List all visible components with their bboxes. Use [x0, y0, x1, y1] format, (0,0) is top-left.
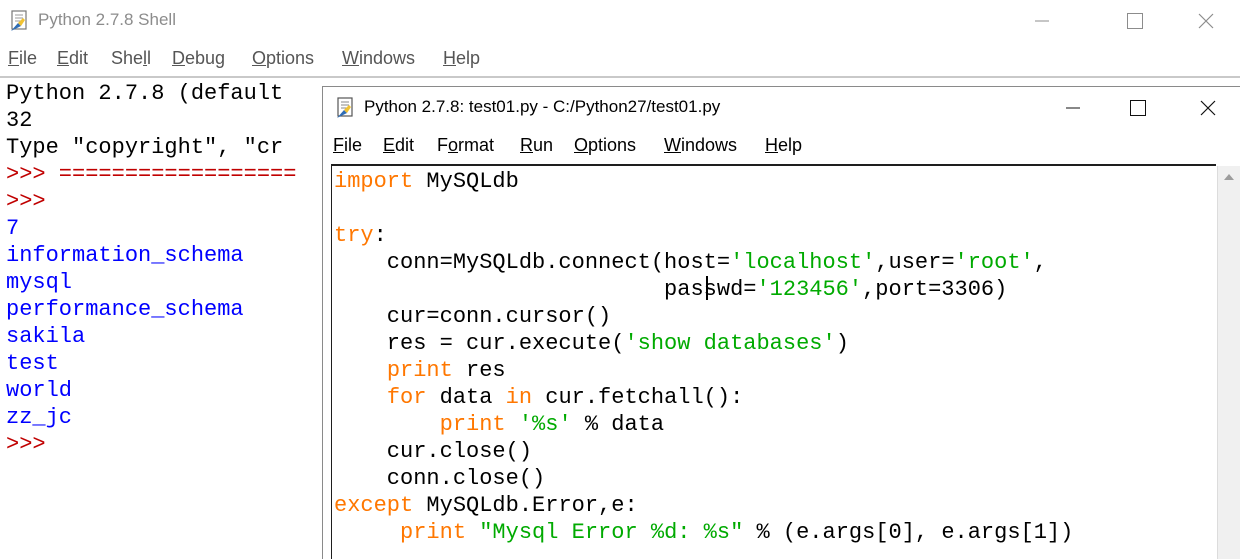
code-line-3: try: — [334, 223, 387, 248]
shell-line: 32 — [6, 108, 33, 133]
shell-output-line: test — [6, 351, 59, 376]
editor-titlebar[interactable]: Python 2.7.8: test01.py - C:/Python27/te… — [323, 87, 1240, 129]
close-icon — [1200, 100, 1216, 116]
code-line-11: cur.close() — [334, 439, 533, 464]
editor-code: import MySQLdb try: conn=MySQLdb.connect… — [334, 168, 1073, 546]
shell-prompt: >>> — [6, 432, 46, 457]
shell-output-line: mysql — [6, 270, 73, 295]
shell-line: Type "copyright", "cr — [6, 135, 284, 160]
editor-window: Python 2.7.8: test01.py - C:/Python27/te… — [322, 86, 1240, 559]
editor-minimize-button[interactable] — [1050, 87, 1096, 129]
shell-menu-help[interactable]: Help — [443, 48, 480, 69]
shell-maximize-button[interactable] — [1112, 0, 1158, 42]
editor-maximize-button[interactable] — [1115, 87, 1161, 129]
shell-output-line: sakila — [6, 324, 86, 349]
shell-menu-edit[interactable]: Edit — [57, 48, 88, 69]
shell-menu-shell[interactable]: Shell — [111, 48, 151, 69]
code-line-13: except MySQLdb.Error,e: — [334, 493, 638, 518]
editor-code-area[interactable]: import MySQLdb try: conn=MySQLdb.connect… — [331, 164, 1216, 559]
maximize-icon — [1130, 100, 1146, 116]
shell-output: Python 2.7.8 (default 32 Type "copyright… — [6, 80, 296, 458]
shell-menu-file[interactable]: File — [8, 48, 37, 69]
shell-output-line: performance_schema — [6, 297, 244, 322]
text-cursor — [706, 276, 708, 300]
close-icon — [1198, 13, 1214, 29]
shell-menu-options[interactable]: Options — [252, 48, 314, 69]
python-idle-icon — [337, 97, 353, 118]
minimize-icon — [1066, 107, 1080, 109]
shell-prompt: >>> — [6, 189, 46, 214]
scroll-up-arrow-icon[interactable] — [1224, 174, 1234, 180]
code-line-7: res = cur.execute('show databases') — [334, 331, 849, 356]
code-line-10: print '%s' % data — [439, 412, 665, 437]
python-idle-icon — [11, 10, 27, 31]
editor-menu-run[interactable]: Run — [520, 135, 553, 156]
code-line-14: print "Mysql Error %d: %s" % (e.args[0],… — [400, 520, 1074, 545]
editor-menu-file[interactable]: File — [333, 135, 362, 156]
shell-line: >>> ================== — [6, 162, 297, 187]
editor-vertical-scrollbar[interactable] — [1217, 166, 1240, 559]
code-line-5: passwd='123456',port=3306) — [334, 277, 1008, 302]
shell-menubar: File Edit Shell Debug Options Windows He… — [0, 42, 1240, 74]
editor-window-title: Python 2.7.8: test01.py - C:/Python27/te… — [364, 97, 721, 116]
maximize-icon — [1127, 13, 1143, 29]
code-line-8: print res — [386, 358, 506, 383]
editor-menu-edit[interactable]: Edit — [383, 135, 414, 156]
editor-menu-help[interactable]: Help — [765, 135, 802, 156]
shell-output-line: world — [6, 378, 73, 403]
editor-close-button[interactable] — [1185, 87, 1231, 129]
shell-output-line: 7 — [6, 216, 20, 241]
shell-output-line: information_schema — [6, 243, 244, 268]
code-line-6: cur=conn.cursor() — [334, 304, 612, 329]
code-line-1: import MySQLdb — [334, 169, 519, 194]
editor-menu-format[interactable]: Format — [437, 135, 494, 156]
shell-close-button[interactable] — [1183, 0, 1229, 42]
code-line-4: conn=MySQLdb.connect(host='localhost',us… — [334, 250, 1047, 275]
code-line-12: conn.close() — [334, 466, 546, 491]
shell-titlebar[interactable]: Python 2.7.8 Shell — [0, 0, 1240, 42]
minimize-icon — [1035, 20, 1049, 22]
shell-menu-debug[interactable]: Debug — [172, 48, 225, 69]
shell-window-title: Python 2.7.8 Shell — [38, 10, 176, 29]
editor-menubar: File Edit Format Run Options Windows Hel… — [323, 129, 1240, 161]
shell-menu-windows[interactable]: Windows — [342, 48, 415, 69]
shell-line: Python 2.7.8 (default — [6, 81, 284, 106]
shell-minimize-button[interactable] — [1019, 0, 1065, 42]
editor-menu-windows[interactable]: Windows — [664, 135, 737, 156]
code-line-9: for data in cur.fetchall(): — [386, 385, 744, 410]
editor-menu-options[interactable]: Options — [574, 135, 636, 156]
shell-output-line: zz_jc — [6, 405, 73, 430]
